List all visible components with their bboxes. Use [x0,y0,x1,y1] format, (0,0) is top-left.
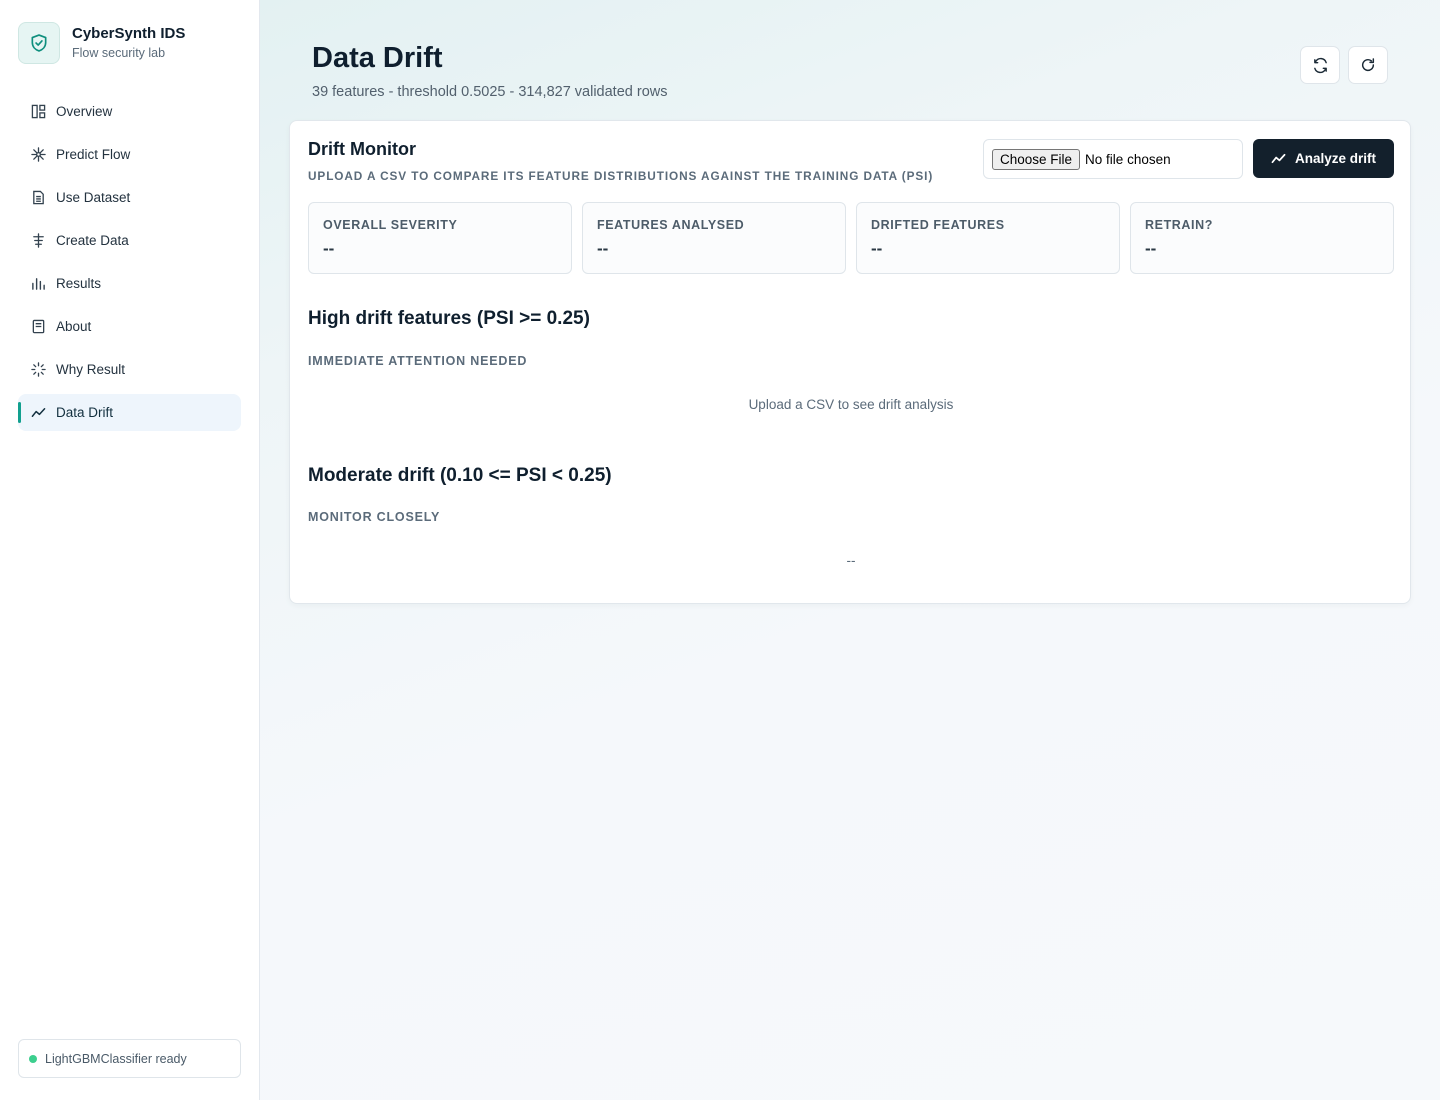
brand-name: CyberSynth IDS [72,25,186,42]
trend-icon [1271,151,1286,166]
sidebar-item-label: Predict Flow [56,147,131,162]
moderate-drift-subtitle: Monitor closely [308,510,441,524]
sidebar-item-label: About [56,319,92,334]
book-icon [30,319,46,335]
stat-label: Features analysed [597,218,745,232]
stat-value: -- [1145,239,1157,258]
stat-features-analysed: Features analysed -- [582,202,846,274]
sidebar-nav: Overview Predict Flow Use Dataset Create… [18,93,241,437]
sync-icon [1312,57,1329,74]
shield-icon [18,22,60,64]
sync-button[interactable] [1300,46,1340,84]
sidebar-item-label: Use Dataset [56,190,131,205]
file-input[interactable]: Choose File No file chosen [983,139,1243,179]
moderate-drift-title: Moderate drift (0.10 <= PSI < 0.25) [308,465,612,486]
sidebar-item-overview[interactable]: Overview [18,93,241,130]
sidebar-item-label: Why Result [56,362,126,377]
drift-monitor-card: Drift Monitor Upload a CSV to compare it… [289,120,1411,604]
file-status: No file chosen [1085,151,1171,167]
model-status-text: LightGBMClassifier ready [45,1051,187,1066]
high-drift-empty-message: Upload a CSV to see drift analysis [748,397,954,412]
analyze-drift-button[interactable]: Analyze drift [1253,139,1394,178]
card-subtitle: Upload a CSV to compare its feature dist… [308,169,934,183]
stat-label: Retrain? [1145,218,1213,232]
sidebar-item-create-data[interactable]: Create Data [18,222,241,259]
sparkle-icon [30,147,46,163]
stat-label: Drifted features [871,218,1005,232]
sidebar-item-data-drift[interactable]: Data Drift [18,394,241,431]
status-dot-icon [29,1054,37,1063]
sidebar-item-results[interactable]: Results [18,265,241,302]
sidebar-item-label: Results [56,276,102,291]
stat-drifted-features: Drifted features -- [856,202,1120,274]
bar-chart-icon [30,276,46,292]
analyze-drift-label: Analyze drift [1294,151,1376,166]
signpost-icon [30,233,46,249]
sidebar-item-why-result[interactable]: Why Result [18,351,241,388]
loader-icon [30,362,46,378]
choose-file-button[interactable]: Choose File [992,148,1081,170]
stat-retrain: Retrain? -- [1130,202,1394,274]
refresh-button[interactable] [1348,46,1388,84]
page-subtitle: 39 features - threshold 0.5025 - 314,827… [312,84,668,100]
high-drift-title: High drift features (PSI >= 0.25) [308,308,590,329]
sidebar-item-about[interactable]: About [18,308,241,345]
layout-icon [30,104,46,120]
sidebar-item-label: Create Data [56,233,129,248]
stat-value: -- [597,239,609,258]
sidebar-item-label: Data Drift [56,405,114,420]
high-drift-subtitle: Immediate attention needed [308,354,528,368]
brand-subtitle: Flow security lab [72,46,166,60]
card-title: Drift Monitor [308,139,416,159]
brand[interactable]: CyberSynth IDS Flow security lab [18,22,185,64]
stat-label: Overall severity [323,218,458,232]
moderate-drift-empty-message: -- [846,553,856,568]
sidebar-item-use-dataset[interactable]: Use Dataset [18,179,241,216]
stat-value: -- [871,239,883,258]
stat-value: -- [323,239,335,258]
refresh-icon [1360,57,1376,73]
page-title: Data Drift [312,42,443,74]
sidebar: CyberSynth IDS Flow security lab Overvie… [0,0,260,1100]
trend-icon [30,405,46,421]
model-status: LightGBMClassifier ready [18,1039,241,1078]
sidebar-item-predict-flow[interactable]: Predict Flow [18,136,241,173]
file-icon [30,190,46,206]
sidebar-item-label: Overview [56,104,113,119]
stat-overall-severity: Overall severity -- [308,202,572,274]
